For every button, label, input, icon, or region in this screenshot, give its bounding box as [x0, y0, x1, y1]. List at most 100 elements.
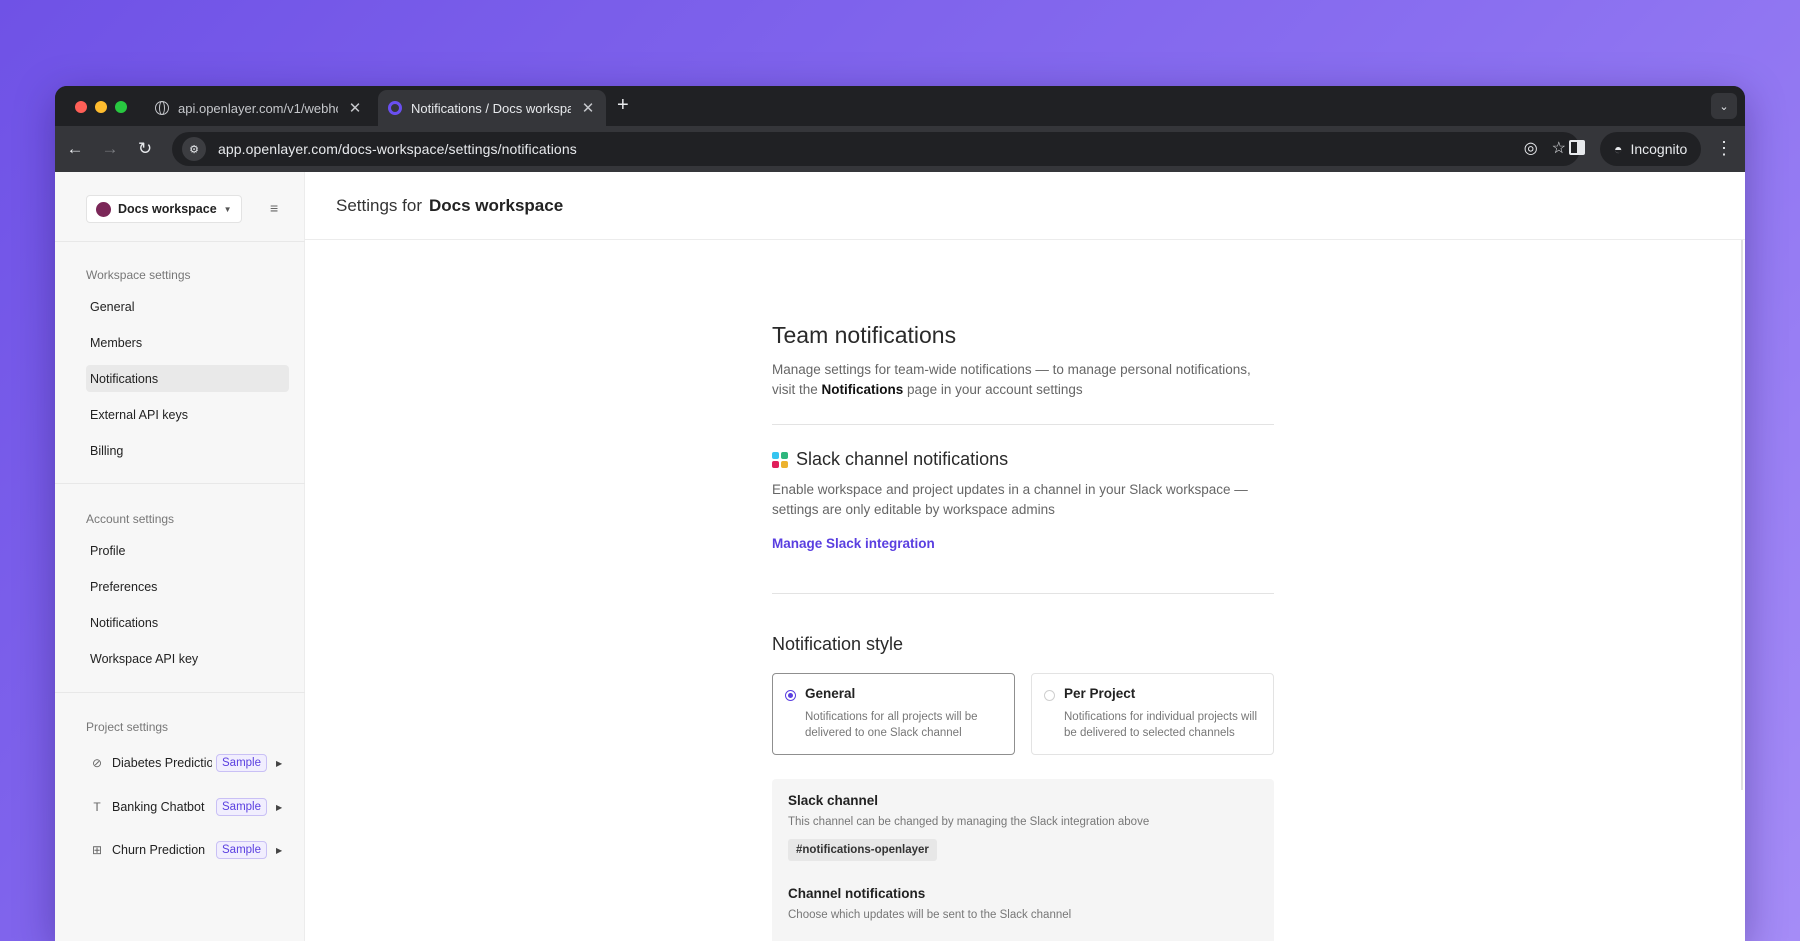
slack-description: Enable workspace and project updates in … [772, 482, 1248, 517]
sample-badge: Sample [216, 798, 267, 816]
url-text[interactable]: app.openlayer.com/docs-workspace/setting… [218, 141, 577, 157]
description-text-end: page in your account settings [903, 381, 1083, 397]
sample-badge: Sample [216, 841, 267, 859]
address-bar-icons: ◎ ☆ [1524, 138, 1566, 158]
slack-section-title: Slack channel notifications [772, 449, 1274, 470]
channel-notifications-title: Channel notifications [788, 886, 926, 901]
caret-right-icon[interactable]: ▶ [276, 759, 282, 768]
star-icon[interactable]: ☆ [1552, 138, 1566, 158]
workspace-avatar [96, 201, 111, 217]
slack-logo-part [772, 460, 779, 468]
project-item-banking-chatbot[interactable]: T Banking Chatbot Sample ▶ [86, 795, 289, 819]
notifications-content: Team notifications Manage settings for t… [772, 322, 1274, 941]
sidebar-divider [55, 692, 305, 693]
globe-icon [155, 101, 169, 115]
new-tab-button[interactable]: + [617, 94, 629, 117]
project-name: Diabetes Prediction [112, 756, 212, 770]
close-icon[interactable]: ✕ [347, 99, 363, 117]
caret-right-icon[interactable]: ▶ [276, 846, 282, 855]
project-name: Churn Prediction [112, 843, 206, 857]
slack-logo-icon [772, 451, 788, 468]
project-item-churn-prediction[interactable]: ⊞ Churn Prediction Sample ▶ [86, 838, 289, 862]
eye-off-icon[interactable]: ◎ [1524, 138, 1538, 158]
browser-window: api.openlayer.com/v1/webhooks ✕ Notifica… [55, 86, 1745, 941]
notification-style-options: General Notifications for all projects w… [772, 673, 1274, 755]
hamburger-menu-icon[interactable]: ≡ [270, 201, 282, 215]
page-description: Manage settings for team-wide notificati… [772, 360, 1274, 399]
channel-chip: #notifications-openlayer [788, 839, 937, 861]
settings-main: Settings for Docs workspace Team notific… [305, 172, 1745, 941]
sidebar-item-account-notifications[interactable]: Notifications [86, 609, 289, 636]
more-menu-icon[interactable]: ⋮ [1715, 138, 1733, 159]
site-info-icon[interactable]: ⚙ [182, 137, 206, 161]
maximize-window-button[interactable] [115, 101, 127, 113]
table-icon: ⊞ [91, 843, 103, 857]
incognito-label: Incognito [1630, 141, 1688, 157]
notification-style-title: Notification style [772, 634, 904, 654]
sidebar-item-notifications[interactable]: Notifications [86, 365, 289, 392]
caret-down-icon: ▼ [223, 204, 232, 214]
app-viewport: Docs workspace ▼ ≡ Workspace settings Ge… [55, 172, 1745, 941]
reload-button[interactable]: ↻ [133, 137, 157, 161]
tab-api-webhooks[interactable]: api.openlayer.com/v1/webhooks ✕ [145, 90, 373, 126]
slack-logo-part [772, 451, 779, 459]
sidebar-item-preferences[interactable]: Preferences [86, 573, 289, 600]
slack-channel-description: This channel can be changed by managing … [788, 816, 1150, 828]
sidebar-item-members[interactable]: Members [86, 329, 289, 356]
project-item-diabetes-prediction[interactable]: ⊘ Diabetes Prediction Sample ▶ [86, 751, 289, 775]
window-controls [75, 101, 127, 113]
style-option-per-project[interactable]: Per Project Notifications for individual… [1031, 673, 1274, 755]
workspace-name: Docs workspace [118, 202, 217, 216]
manage-slack-integration-link[interactable]: Manage Slack integration [772, 536, 1274, 551]
caret-right-icon[interactable]: ▶ [276, 803, 282, 812]
text-icon: T [93, 800, 101, 814]
arrow-right-icon: → [101, 139, 119, 158]
workspace-switcher[interactable]: Docs workspace ▼ [86, 195, 242, 223]
sidebar-item-external-api-keys[interactable]: External API keys [86, 401, 289, 428]
radio-per-project[interactable] [1044, 690, 1055, 701]
radio-general[interactable] [785, 690, 796, 701]
minimize-window-button[interactable] [95, 101, 107, 113]
forward-button[interactable]: → [98, 137, 122, 161]
tab-title: api.openlayer.com/v1/webhooks [178, 100, 338, 116]
slack-logo-part [781, 460, 788, 468]
scrollbar[interactable] [1741, 240, 1743, 790]
settings-sidebar: Docs workspace ▼ ≡ Workspace settings Ge… [55, 172, 305, 941]
side-panel-icon[interactable] [1569, 140, 1585, 155]
incognito-badge[interactable]: ◓ Incognito [1600, 132, 1702, 166]
tab-strip: api.openlayer.com/v1/webhooks ✕ Notifica… [55, 86, 1745, 126]
notifications-page-link[interactable]: Notifications [822, 382, 904, 397]
tab-notifications[interactable]: Notifications / Docs workspace ✕ [378, 90, 606, 126]
sidebar-item-billing[interactable]: Billing [86, 437, 289, 464]
channel-notifications-description: Choose which updates will be sent to the… [788, 909, 1072, 921]
chevron-down-icon: ⌄ [1719, 100, 1729, 113]
slack-title-text: Slack channel notifications [796, 449, 1009, 469]
sample-badge: Sample [216, 754, 267, 772]
style-option-general[interactable]: General Notifications for all projects w… [772, 673, 1015, 755]
page-title: Team notifications [772, 322, 957, 348]
option-title: General [805, 686, 856, 701]
sidebar-divider [55, 483, 305, 484]
close-icon[interactable]: ✕ [580, 99, 596, 117]
workspace-settings-heading: Workspace settings [86, 268, 191, 282]
back-button[interactable]: ← [63, 137, 87, 161]
page-header: Settings for Docs workspace [305, 172, 1745, 240]
project-settings-heading: Project settings [86, 720, 169, 734]
account-settings-heading: Account settings [86, 512, 175, 526]
header-prefix: Settings for [336, 195, 422, 215]
reload-icon: ↻ [137, 139, 153, 158]
close-window-button[interactable] [75, 101, 87, 113]
slack-logo-part [781, 451, 788, 459]
sidebar-item-profile[interactable]: Profile [86, 537, 289, 564]
section-divider [772, 424, 1274, 425]
option-description: Notifications for all projects will be d… [805, 711, 978, 739]
sidebar-item-general[interactable]: General [86, 293, 289, 320]
section-divider [772, 593, 1274, 594]
incognito-icon: ◓ [1614, 141, 1623, 157]
openlayer-logo-icon [388, 101, 402, 115]
sidebar-item-workspace-api-key[interactable]: Workspace API key [86, 645, 289, 672]
sidebar-divider [55, 241, 305, 242]
arrow-left-icon: ← [66, 139, 84, 158]
address-bar[interactable]: ⚙ app.openlayer.com/docs-workspace/setti… [172, 132, 1580, 166]
tab-search-button[interactable]: ⌄ [1711, 93, 1737, 119]
